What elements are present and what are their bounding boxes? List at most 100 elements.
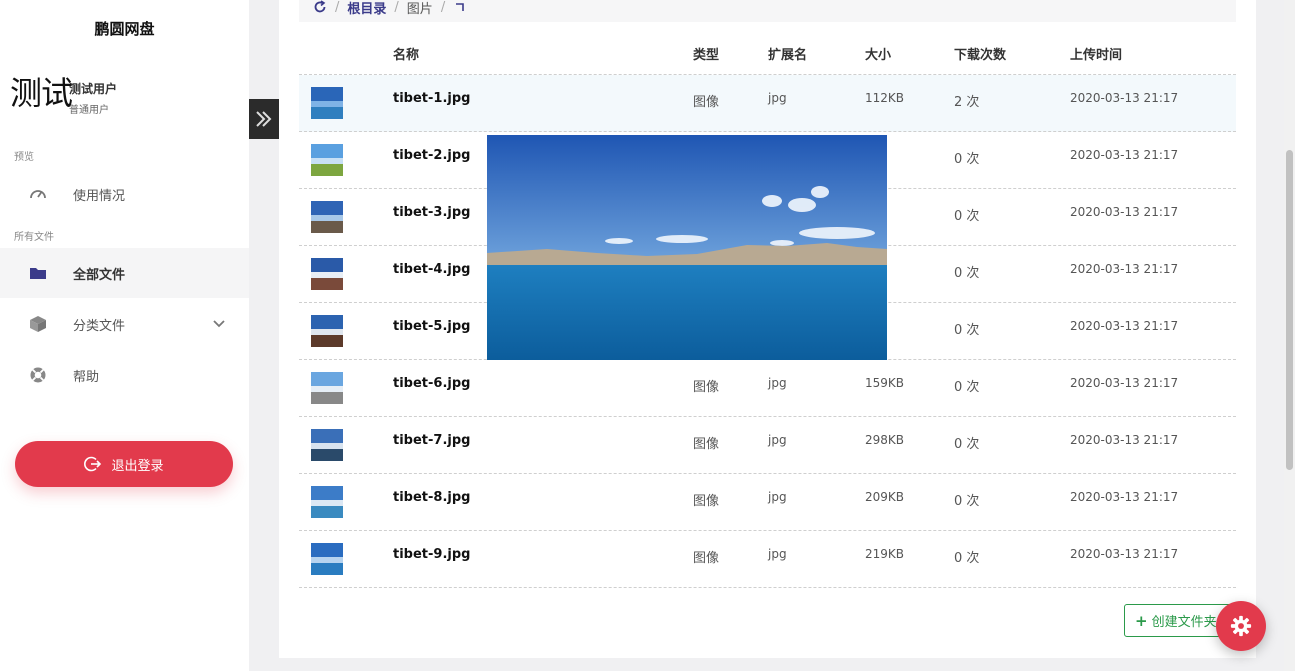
file-type: 图像 [693, 95, 720, 110]
sidebar-item-help[interactable]: 帮助 [0, 350, 249, 400]
scrollbar-thumb[interactable] [1286, 150, 1293, 470]
image-thumbnail[interactable] [311, 201, 343, 233]
section-label-files: 所有文件 [14, 232, 54, 243]
file-extension: jpg [768, 547, 787, 561]
upload-time: 2020-03-13 21:17 [1070, 433, 1179, 447]
image-preview [487, 135, 887, 360]
file-name[interactable]: tibet-9.jpg [393, 547, 470, 562]
table-row[interactable]: tibet-7.jpg 图像 jpg 298KB 0 次 2020-03-13 21:17 [299, 417, 1236, 474]
file-name[interactable]: tibet-7.jpg [393, 433, 470, 448]
download-count: 0 次 [954, 551, 980, 566]
image-thumbnail[interactable] [311, 258, 343, 290]
breadcrumb-separator: / [394, 0, 399, 15]
file-size: 298KB [865, 433, 905, 447]
upload-time: 2020-03-13 21:17 [1070, 205, 1179, 219]
file-name[interactable]: tibet-3.jpg [393, 205, 470, 220]
refresh-icon[interactable] [313, 0, 327, 14]
file-name[interactable]: tibet-5.jpg [393, 319, 470, 334]
file-name[interactable]: tibet-6.jpg [393, 376, 470, 391]
download-count: 0 次 [954, 380, 980, 395]
file-type: 图像 [693, 551, 720, 566]
file-type: 图像 [693, 494, 720, 509]
image-thumbnail[interactable] [311, 372, 343, 404]
file-extension: jpg [768, 490, 787, 504]
logout-button[interactable]: 退出登录 [15, 441, 233, 487]
upload-time: 2020-03-13 21:17 [1070, 148, 1179, 162]
folder-icon [30, 268, 46, 279]
download-count: 2 次 [954, 95, 980, 110]
section-label-overview: 预览 [14, 152, 34, 163]
file-name[interactable]: tibet-8.jpg [393, 490, 470, 505]
file-name[interactable]: tibet-1.jpg [393, 91, 470, 106]
sidebar-item-usage[interactable]: 使用情况 [0, 169, 249, 219]
upload-time: 2020-03-13 21:17 [1070, 490, 1179, 504]
logout-label: 退出登录 [111, 458, 164, 474]
logout-icon [84, 456, 102, 472]
image-thumbnail[interactable] [311, 543, 343, 575]
download-count: 0 次 [954, 323, 980, 338]
sidebar: 鹏圆网盘 测试 测试用户 普通用户 预览 使用情况 所有文件 全部文件 分类文件 [0, 0, 249, 671]
plus-icon: + [1135, 611, 1148, 630]
breadcrumb-separator: / [335, 0, 340, 15]
gear-icon [1230, 615, 1252, 637]
image-thumbnail[interactable] [311, 429, 343, 461]
column-header-uploaded[interactable]: 上传时间 [1070, 44, 1122, 63]
folder-up-icon[interactable] [453, 0, 467, 14]
download-count: 0 次 [954, 494, 980, 509]
column-header-size[interactable]: 大小 [865, 44, 891, 63]
double-chevron-right-icon [256, 111, 272, 127]
page-scrollbar[interactable] [1284, 0, 1295, 671]
column-header-downloads[interactable]: 下载次数 [954, 44, 1006, 63]
download-count: 0 次 [954, 152, 980, 167]
image-thumbnail[interactable] [311, 486, 343, 518]
file-type: 图像 [693, 437, 720, 452]
download-count: 0 次 [954, 209, 980, 224]
app-title: 鹏圆网盘 [94, 20, 155, 38]
file-size: 159KB [865, 376, 905, 390]
file-extension: jpg [768, 376, 787, 390]
file-size: 219KB [865, 547, 905, 561]
avatar: 测试 [10, 74, 73, 112]
column-header-name[interactable]: 名称 [393, 44, 419, 63]
file-name[interactable]: tibet-4.jpg [393, 262, 470, 277]
user-role: 普通用户 [69, 105, 109, 116]
sidebar-item-label: 全部文件 [73, 268, 126, 283]
gauge-icon [30, 190, 46, 199]
column-header-ext[interactable]: 扩展名 [768, 44, 807, 63]
file-extension: jpg [768, 91, 787, 105]
upload-time: 2020-03-13 21:17 [1070, 91, 1179, 105]
image-thumbnail[interactable] [311, 315, 343, 347]
file-name[interactable]: tibet-2.jpg [393, 148, 470, 163]
user-name: 测试用户 [69, 82, 118, 96]
sidebar-item-label: 分类文件 [73, 319, 126, 334]
file-size: 112KB [865, 91, 905, 105]
image-thumbnail[interactable] [311, 144, 343, 176]
upload-time: 2020-03-13 21:17 [1070, 547, 1179, 561]
sidebar-collapse-toggle[interactable] [249, 99, 279, 139]
upload-time: 2020-03-13 21:17 [1070, 262, 1179, 276]
file-size: 209KB [865, 490, 905, 504]
column-header-type[interactable]: 类型 [693, 44, 719, 63]
file-type: 图像 [693, 380, 720, 395]
breadcrumb-current[interactable]: 图片 [407, 0, 433, 17]
image-thumbnail[interactable] [311, 87, 343, 119]
cube-icon [30, 316, 46, 332]
table-row[interactable]: tibet-6.jpg 图像 jpg 159KB 0 次 2020-03-13 21:17 [299, 360, 1236, 417]
breadcrumb: / 根目录 / 图片 / [299, 0, 1236, 22]
lifebuoy-icon [30, 367, 46, 383]
table-row[interactable]: tibet-8.jpg 图像 jpg 209KB 0 次 2020-03-13 21:17 [299, 474, 1236, 531]
download-count: 0 次 [954, 437, 980, 452]
sidebar-item-all-files[interactable]: 全部文件 [0, 248, 249, 298]
chevron-down-icon [213, 320, 225, 328]
file-extension: jpg [768, 433, 787, 447]
table-row[interactable]: tibet-9.jpg 图像 jpg 219KB 0 次 2020-03-13 21:17 [299, 531, 1236, 588]
sidebar-item-label: 帮助 [73, 370, 100, 385]
sidebar-item-categories[interactable]: 分类文件 [0, 299, 249, 349]
create-folder-label: 创建文件夹 [1151, 615, 1217, 630]
breadcrumb-separator: / [440, 0, 446, 15]
table-row[interactable]: tibet-1.jpg 图像 jpg 112KB 2 次 2020-03-13 21:17 [299, 75, 1236, 132]
breadcrumb-root[interactable]: 根目录 [347, 0, 386, 17]
settings-fab[interactable] [1216, 601, 1266, 651]
table-header: 名称 类型 扩展名 大小 下载次数 上传时间 [299, 31, 1236, 75]
upload-time: 2020-03-13 21:17 [1070, 376, 1179, 390]
